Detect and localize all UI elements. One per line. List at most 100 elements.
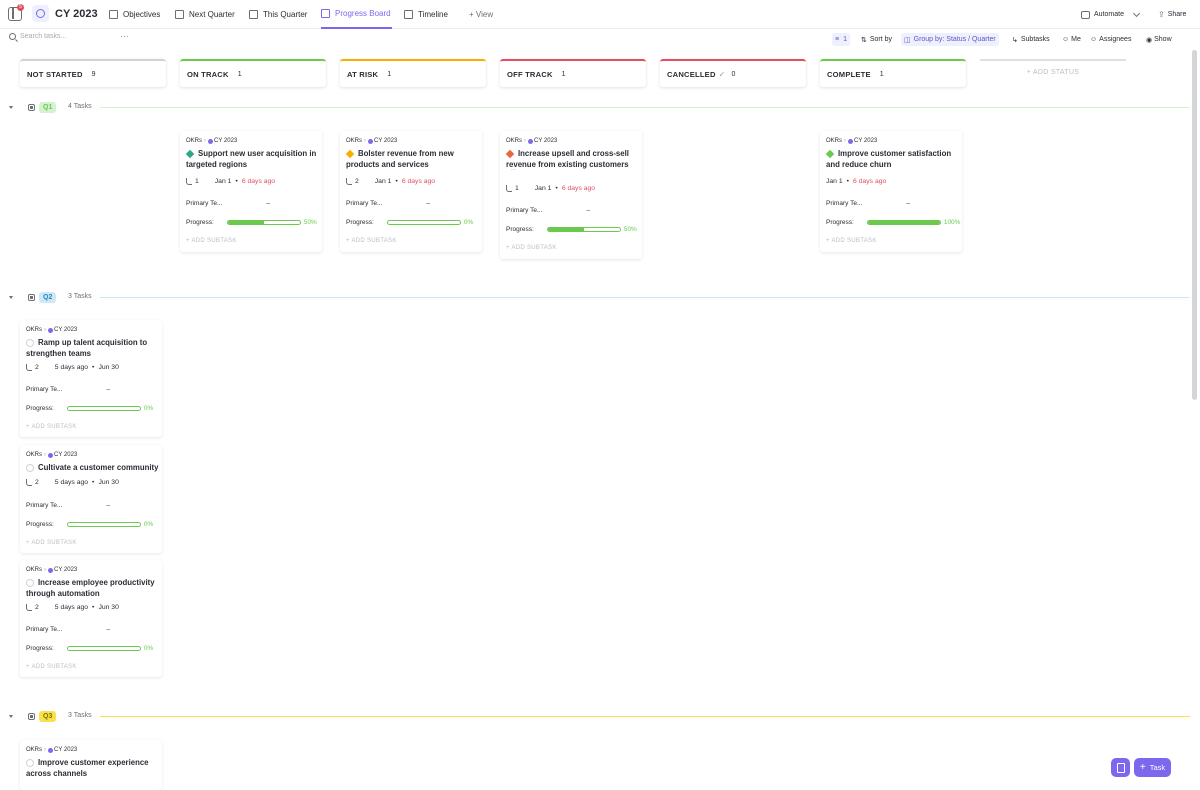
page-title[interactable]: CY 2023 [55, 8, 98, 20]
progress-field: Progress: 0% [26, 645, 154, 652]
progress-bar [66, 646, 141, 651]
space-icon[interactable] [32, 5, 49, 22]
space-dot-icon [48, 452, 54, 458]
status-circle-icon[interactable] [26, 463, 34, 472]
primary-team-field[interactable]: Primary Te... – [26, 386, 110, 393]
task-title[interactable]: Improve customer experience across chann… [26, 757, 160, 779]
subtasks-button[interactable]: ↳ Subtasks [1009, 33, 1053, 46]
caret-down-icon[interactable] [9, 715, 13, 718]
add-view-button[interactable]: + View [469, 0, 493, 29]
group-icon: ◫ [904, 36, 911, 44]
me-filter-button[interactable]: ☺ Me [1059, 33, 1084, 46]
task-card[interactable]: OKRs › CY 2023 Increase upsell and cross-s… [500, 131, 642, 259]
task-title[interactable]: Cultivate a customer community [26, 462, 160, 473]
column-off-track[interactable]: OFF TRACK 1 [500, 59, 646, 87]
tab-timeline[interactable]: Timeline [404, 0, 448, 29]
space-dot-icon [528, 138, 534, 144]
diamond-status-icon [825, 149, 835, 159]
add-subtask-button[interactable]: + ADD SUBTASK [26, 664, 77, 670]
caret-down-icon[interactable] [9, 106, 13, 109]
task-card[interactable]: OKRs › CY 2023 Cultivate a customer commun… [20, 445, 162, 553]
automate-button[interactable]: Automate [1081, 0, 1141, 29]
notepad-icon[interactable] [1111, 758, 1130, 777]
subtask-icon[interactable] [26, 364, 32, 371]
share-button[interactable]: ⇪ Share [1158, 0, 1186, 29]
add-subtask-button[interactable]: + ADD SUBTASK [26, 424, 77, 430]
add-subtask-button[interactable]: + ADD SUBTASK [186, 238, 237, 244]
breadcrumb: OKRs › CY 2023 [186, 138, 238, 144]
space-dot-icon [848, 138, 854, 144]
show-button[interactable]: ◉ Show [1143, 33, 1175, 46]
column-at-risk[interactable]: AT RISK 1 [340, 59, 486, 87]
status-circle-icon[interactable] [26, 578, 34, 587]
group-task-count: 4 Tasks [68, 103, 92, 110]
group-q3: Q3 3 Tasks [0, 709, 1190, 725]
group-checkbox-icon[interactable] [28, 713, 35, 720]
subtask-icon[interactable] [186, 178, 192, 185]
task-title[interactable]: Improve customer satisfaction and reduce… [825, 148, 960, 170]
primary-team-field[interactable]: Primary Te... – [26, 626, 110, 633]
primary-team-field[interactable]: Primary Te... – [26, 502, 110, 509]
group-q2: Q2 3 Tasks [0, 290, 1190, 306]
subtask-icon[interactable] [346, 178, 352, 185]
task-meta: 25 days ago • Jun 30 [26, 479, 119, 486]
group-by-button[interactable]: ◫ Group by: Status / Quarter [901, 33, 999, 46]
add-subtask-button[interactable]: + ADD SUBTASK [826, 238, 877, 244]
tab-objectives[interactable]: Objectives [109, 0, 160, 29]
subtask-icon[interactable] [26, 479, 32, 486]
group-divider [100, 716, 1190, 717]
primary-team-field[interactable]: Primary Te... – [826, 200, 910, 207]
task-title[interactable]: Increase employee productivity through a… [26, 577, 160, 599]
user-icon: ☺ [1062, 36, 1070, 43]
task-card[interactable]: OKRs › CY 2023 Bolster revenue from new pr… [340, 131, 482, 252]
diamond-status-icon [345, 149, 355, 159]
column-complete[interactable]: COMPLETE 1 [820, 59, 966, 87]
filter-button[interactable]: ≡ 1 [832, 33, 850, 46]
tab-next-quarter[interactable]: Next Quarter [175, 0, 235, 29]
tab-this-quarter[interactable]: This Quarter [249, 0, 307, 29]
chevron-down-icon[interactable] [1132, 9, 1141, 17]
status-circle-icon[interactable] [26, 338, 34, 347]
task-title[interactable]: Support new user acquisition in targeted… [185, 148, 320, 170]
primary-team-field[interactable]: Primary Te... – [346, 200, 430, 207]
tab-progress-board[interactable]: Progress Board [321, 0, 392, 29]
task-meta: 1 Jan 1 • 6 days ago [186, 178, 275, 185]
status-circle-icon[interactable] [26, 758, 34, 767]
add-subtask-button[interactable]: + ADD SUBTASK [506, 245, 557, 251]
more-options-icon[interactable]: ··· [120, 32, 130, 41]
new-task-button[interactable]: + Task [1134, 758, 1171, 777]
task-title[interactable]: Increase upsell and cross-sell revenue f… [505, 148, 640, 170]
progress-bar [546, 227, 621, 232]
task-card[interactable]: OKRs › CY 2023 Ramp up talent acquisition … [20, 320, 162, 437]
notification-badge: 5 [17, 4, 24, 11]
search-input[interactable]: Search tasks... [9, 33, 66, 40]
column-on-track[interactable]: ON TRACK 1 [180, 59, 326, 87]
task-card[interactable]: OKRs › CY 2023 Support new user acquisitio… [180, 131, 322, 252]
add-subtask-button[interactable]: + ADD SUBTASK [26, 540, 77, 546]
vertical-scrollbar[interactable] [1192, 50, 1197, 400]
sort-button[interactable]: ⇅ Sort by [858, 33, 895, 46]
task-card[interactable]: OKRs › CY 2023 Improve customer satisfacti… [820, 131, 962, 252]
task-meta: 1 Jan 1 • 6 days ago [506, 185, 595, 192]
column-cancelled[interactable]: CANCELLED ✓ 0 [660, 59, 806, 87]
task-title[interactable]: Ramp up talent acquisition to strengthen… [26, 337, 160, 359]
breadcrumb: OKRs › CY 2023 [26, 452, 78, 458]
add-subtask-button[interactable]: + ADD SUBTASK [346, 238, 397, 244]
caret-down-icon[interactable] [9, 296, 13, 299]
subtask-icon[interactable] [26, 604, 32, 611]
primary-team-field[interactable]: Primary Te... – [506, 207, 590, 214]
group-divider [100, 107, 1190, 108]
space-dot-icon [48, 327, 54, 333]
task-meta: 25 days ago • Jun 30 [26, 364, 119, 371]
add-status-button[interactable]: + ADD STATUS [980, 59, 1126, 85]
group-checkbox-icon[interactable] [28, 294, 35, 301]
column-not-started[interactable]: NOT STARTED 9 [20, 59, 166, 87]
task-card[interactable]: OKRs › CY 2023 Improve customer experience… [20, 740, 162, 790]
task-title[interactable]: Bolster revenue from new products and se… [345, 148, 480, 170]
subtask-icon: ↳ [1012, 36, 1018, 44]
assignees-button[interactable]: ☺ Assignees [1087, 33, 1134, 46]
group-checkbox-icon[interactable] [28, 104, 35, 111]
task-card[interactable]: OKRs › CY 2023 Increase employee productiv… [20, 560, 162, 677]
primary-team-field[interactable]: Primary Te... – [186, 200, 270, 207]
subtask-icon[interactable] [506, 185, 512, 192]
